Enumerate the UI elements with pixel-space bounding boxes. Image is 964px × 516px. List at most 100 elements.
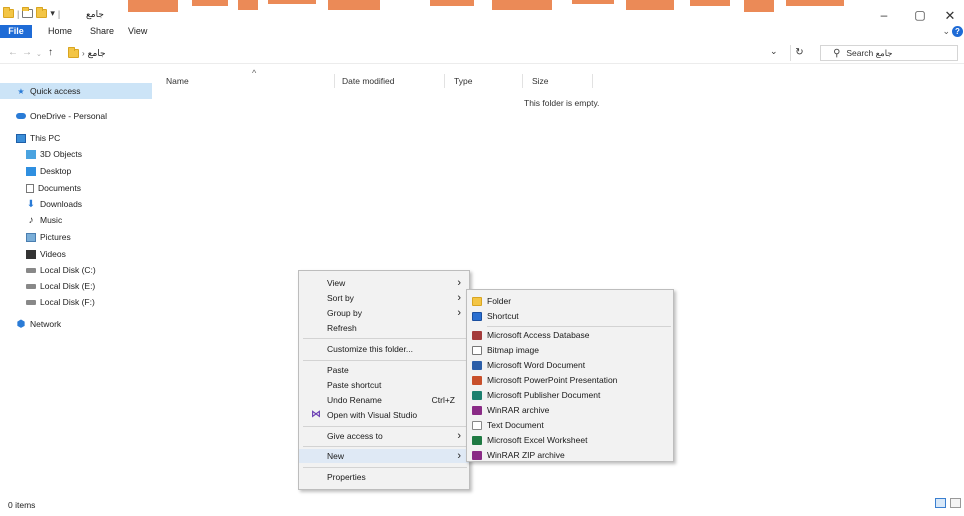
nav-item-desktop[interactable]: Desktop xyxy=(26,164,71,178)
menu-item-label: Sort by xyxy=(327,293,354,303)
nav-item-pictures[interactable]: Pictures xyxy=(26,230,71,244)
nav-item-onedrive[interactable]: OneDrive - Personal xyxy=(16,109,107,123)
submenu-item-label: Microsoft Access Database xyxy=(487,330,590,340)
nav-item-quick-access[interactable]: ★ Quick access xyxy=(0,83,152,99)
nav-item-label: This PC xyxy=(30,133,61,143)
details-view-icon[interactable] xyxy=(935,498,946,508)
text-document-icon xyxy=(472,421,482,430)
address-history-dropdown[interactable]: ⌄ xyxy=(770,46,778,57)
column-divider[interactable] xyxy=(592,74,593,88)
new-folder-icon[interactable] xyxy=(36,7,48,18)
submenu-item-label: Folder xyxy=(487,296,512,306)
tab-share[interactable]: Share xyxy=(84,25,120,38)
refresh-button[interactable]: ↻ xyxy=(790,45,808,61)
breadcrumb-chevron-icon[interactable]: › xyxy=(82,49,85,58)
nav-item-label: Music xyxy=(40,215,63,225)
empty-folder-message: This folder is empty. xyxy=(524,98,600,108)
menu-separator xyxy=(303,467,467,468)
submenu-item-shortcut[interactable]: Shortcut xyxy=(467,309,673,324)
folder-icon[interactable] xyxy=(3,7,14,18)
music-note-icon: ♪ xyxy=(28,214,34,226)
nav-item-local-disk-f[interactable]: Local Disk (F:) xyxy=(26,295,95,309)
toolbar-separator: | xyxy=(17,8,20,19)
column-divider[interactable] xyxy=(334,74,335,88)
properties-icon[interactable] xyxy=(22,7,34,18)
nav-item-network[interactable]: ⬢ Network xyxy=(16,317,62,331)
cube-icon xyxy=(26,149,36,159)
submenu-item-powerpoint[interactable]: Microsoft PowerPoint Presentation xyxy=(467,373,673,388)
expand-ribbon-chevron-icon[interactable]: ⌄ xyxy=(942,26,950,37)
menu-item-give-access-to[interactable]: Give access to › xyxy=(299,429,469,443)
picture-icon xyxy=(26,232,36,242)
nav-item-music[interactable]: ♪ Music xyxy=(26,213,63,227)
back-button[interactable]: ← xyxy=(8,47,18,58)
search-input[interactable] xyxy=(846,48,947,58)
menu-item-group-by[interactable]: Group by › xyxy=(299,306,469,320)
submenu-item-publisher[interactable]: Microsoft Publisher Document xyxy=(467,388,673,403)
nav-item-this-pc[interactable]: This PC xyxy=(16,131,60,145)
nav-item-3d-objects[interactable]: 3D Objects xyxy=(26,147,82,161)
column-headers: ^ Name Date modified Type Size xyxy=(160,68,960,88)
address-bar[interactable]: › جامع xyxy=(62,45,786,61)
recent-locations-dropdown[interactable]: ⌄ xyxy=(36,50,42,58)
submenu-item-winrar-zip[interactable]: WinRAR ZIP archive xyxy=(467,448,673,463)
minimize-button[interactable]: – xyxy=(874,8,894,22)
menu-item-properties[interactable]: Properties xyxy=(299,470,469,484)
nav-item-label: Documents xyxy=(38,183,81,193)
nav-item-local-disk-e[interactable]: Local Disk (E:) xyxy=(26,279,95,293)
menu-item-undo-rename[interactable]: Undo Rename Ctrl+Z xyxy=(299,393,469,407)
nav-item-documents[interactable]: Documents xyxy=(26,181,81,195)
column-header-name[interactable]: Name xyxy=(166,74,189,88)
menu-item-refresh[interactable]: Refresh xyxy=(299,321,469,335)
column-divider[interactable] xyxy=(522,74,523,88)
submenu-item-folder[interactable]: Folder xyxy=(467,294,673,309)
help-icon[interactable]: ? xyxy=(952,26,963,37)
excel-icon xyxy=(472,436,482,445)
submenu-item-access-database[interactable]: Microsoft Access Database xyxy=(467,328,673,343)
large-icons-view-icon[interactable] xyxy=(950,498,961,508)
up-button[interactable]: ↑ xyxy=(48,47,53,58)
powerpoint-icon xyxy=(472,376,482,385)
submenu-item-bitmap-image[interactable]: Bitmap image xyxy=(467,343,673,358)
tab-file[interactable]: File xyxy=(0,25,32,38)
column-divider[interactable] xyxy=(444,74,445,88)
keyboard-shortcut: Ctrl+Z xyxy=(431,395,455,405)
menu-item-new[interactable]: New › xyxy=(299,449,469,463)
nav-item-downloads[interactable]: ⬇ Downloads xyxy=(26,197,82,211)
nav-item-videos[interactable]: Videos xyxy=(26,247,66,261)
submenu-item-winrar-archive[interactable]: WinRAR archive xyxy=(467,403,673,418)
submenu-arrow-icon: › xyxy=(457,430,461,442)
breadcrumb-current-folder[interactable]: جامع xyxy=(88,48,106,59)
search-box[interactable]: ⚲ xyxy=(820,45,958,61)
menu-item-customize-folder[interactable]: Customize this folder... xyxy=(299,342,469,356)
submenu-item-text-document[interactable]: Text Document xyxy=(467,418,673,433)
folder-icon xyxy=(68,46,79,58)
menu-item-sort-by[interactable]: Sort by › xyxy=(299,291,469,305)
submenu-item-word-document[interactable]: Microsoft Word Document xyxy=(467,358,673,373)
column-header-size[interactable]: Size xyxy=(532,74,549,88)
forward-button[interactable]: → xyxy=(22,47,32,58)
menu-separator xyxy=(303,446,467,447)
tab-view[interactable]: View xyxy=(122,25,153,38)
menu-item-label: Undo Rename xyxy=(327,395,382,405)
maximize-button[interactable]: ▢ xyxy=(910,8,930,22)
menu-item-paste-shortcut[interactable]: Paste shortcut xyxy=(299,378,469,392)
nav-item-label: Desktop xyxy=(40,166,72,176)
menu-item-view[interactable]: View › xyxy=(299,276,469,290)
navigation-pane: ★ Quick access OneDrive - Personal This … xyxy=(0,70,156,490)
close-button[interactable]: ✕ xyxy=(940,8,960,24)
drive-icon xyxy=(26,283,36,289)
nav-item-local-disk-c[interactable]: Local Disk (C:) xyxy=(26,263,96,277)
nav-item-label: Videos xyxy=(40,249,66,259)
drive-icon xyxy=(26,267,36,273)
tab-home[interactable]: Home xyxy=(42,25,78,38)
quick-access-toolbar: | ▾ | xyxy=(3,7,60,19)
menu-item-open-with-visual-studio[interactable]: ⋈ Open with Visual Studio xyxy=(299,408,469,422)
column-header-date-modified[interactable]: Date modified xyxy=(342,74,394,88)
submenu-item-excel-worksheet[interactable]: Microsoft Excel Worksheet xyxy=(467,433,673,448)
nav-item-label: Network xyxy=(30,319,62,329)
menu-item-paste[interactable]: Paste xyxy=(299,363,469,377)
customize-toolbar-dropdown[interactable]: ▾ xyxy=(50,8,55,19)
column-header-type[interactable]: Type xyxy=(454,74,472,88)
menu-separator xyxy=(487,326,671,327)
